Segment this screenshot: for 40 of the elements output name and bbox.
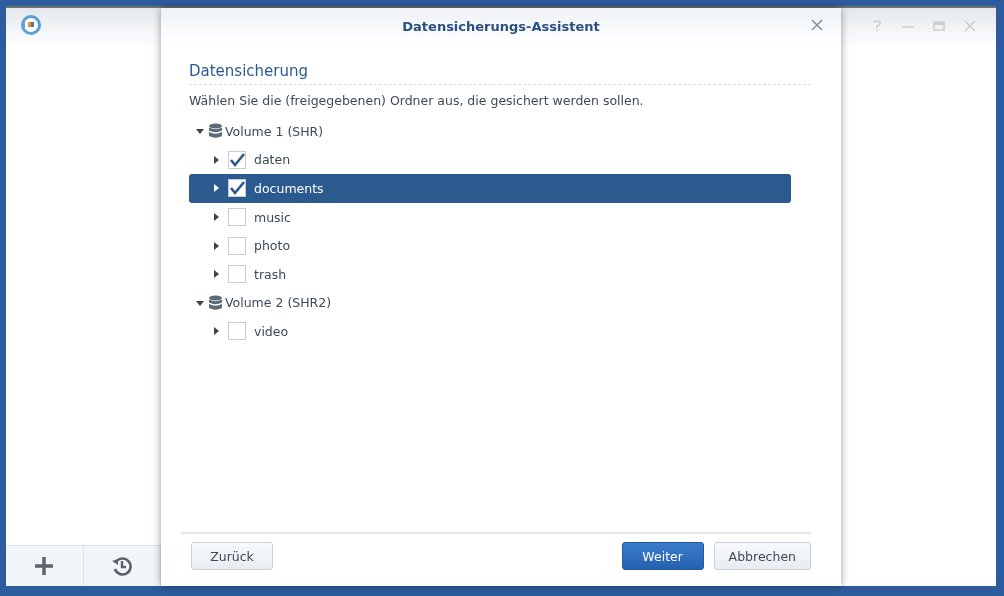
checkbox[interactable] <box>228 179 246 198</box>
back-button[interactable]: Zurück <box>191 542 273 570</box>
plus-icon <box>33 555 56 577</box>
folder-row[interactable]: video <box>189 317 791 346</box>
volume-label: Volume 1 (SHR) <box>225 123 324 139</box>
caret-down-icon[interactable] <box>196 298 204 307</box>
folder-label: video <box>254 323 289 339</box>
history-icon <box>110 555 133 577</box>
checkbox[interactable] <box>228 236 246 255</box>
folder-row[interactable]: documents <box>189 174 791 203</box>
checkbox[interactable] <box>228 265 246 284</box>
instruction-text: Wählen Sie die (freigegebenen) Ordner aus, die gesichert werden sollen. <box>189 93 645 108</box>
close-icon[interactable] <box>811 19 823 31</box>
folder-label: daten <box>254 152 291 168</box>
checkbox[interactable] <box>228 150 246 169</box>
database-icon <box>209 294 222 311</box>
folder-label: photo <box>254 238 291 254</box>
caret-down-icon[interactable] <box>196 127 204 136</box>
next-button[interactable]: Weiter <box>621 542 704 570</box>
dialog-title: Datensicherungs-Assistent <box>402 18 600 34</box>
caret-right-icon[interactable] <box>212 155 220 164</box>
folder-row[interactable]: photo <box>189 231 791 260</box>
cancel-button[interactable]: Abbrechen <box>713 542 811 570</box>
section-title: Datensicherung <box>189 62 811 85</box>
volume-label: Volume 2 (SHR2) <box>225 295 332 311</box>
checkbox[interactable] <box>228 322 246 341</box>
folder-label: music <box>254 209 291 225</box>
database-icon <box>209 123 222 140</box>
checkbox[interactable] <box>228 208 246 227</box>
caret-right-icon[interactable] <box>212 241 220 250</box>
folder-row[interactable]: trash <box>189 259 791 289</box>
caret-right-icon[interactable] <box>212 327 220 336</box>
backup-app-icon <box>19 13 43 37</box>
caret-right-icon[interactable] <box>212 213 220 222</box>
caret-right-icon[interactable] <box>212 184 220 193</box>
caret-right-icon[interactable] <box>212 270 220 279</box>
folder-row[interactable]: music <box>189 202 791 232</box>
folder-label: documents <box>254 181 324 196</box>
folder-label: trash <box>254 266 287 282</box>
folder-row[interactable]: daten <box>189 145 791 175</box>
